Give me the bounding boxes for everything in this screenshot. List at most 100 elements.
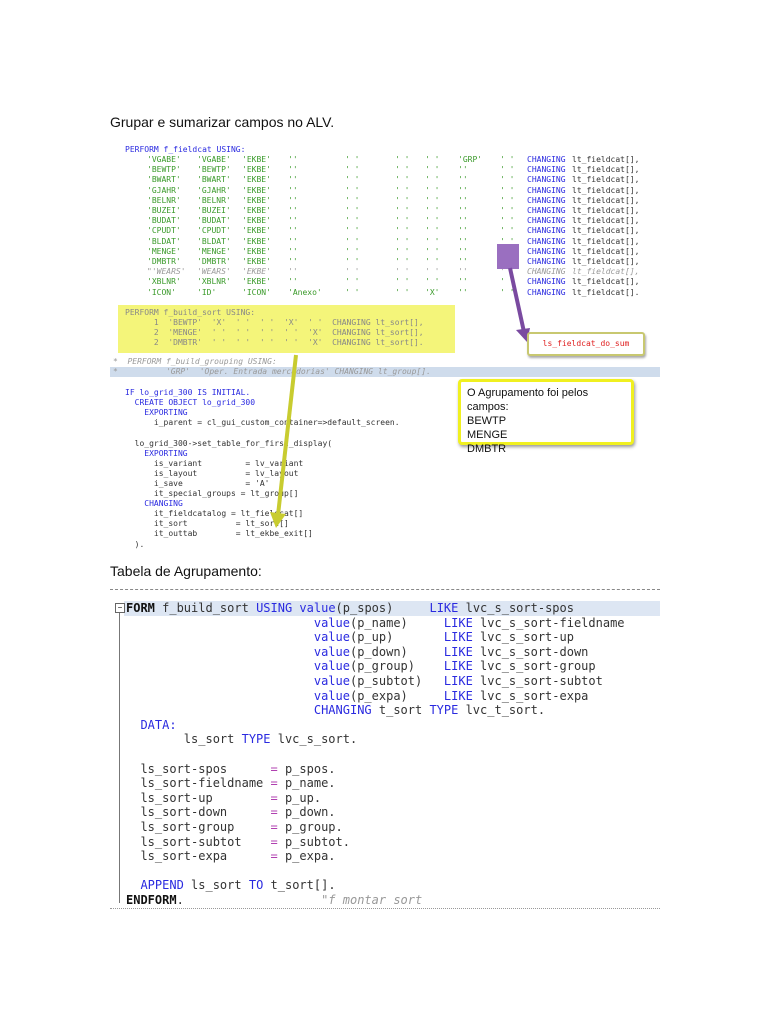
code-token: p_name. [277, 776, 336, 791]
code-line: value(p_expa) LIKE lvc_s_sort-expa [126, 688, 589, 704]
code-token: (p_expa) [349, 688, 444, 703]
code-line: CHANGING t_sort TYPE lvc_t_sort. [126, 703, 545, 718]
code-line: ls_sort-expa = p_expa. [126, 849, 336, 864]
code-line: ls_sort TYPE lvc_s_sort. [126, 732, 357, 747]
code-line: ls_sort-group = p_group. [126, 820, 343, 835]
yellow-arrow [270, 354, 298, 528]
section-heading-tabela: Tabela de Agrupamento: [110, 563, 262, 579]
code-token: f_build_sort [154, 601, 257, 615]
callout-field: BEWTP [467, 415, 507, 427]
callout-field: MENGE [467, 429, 508, 441]
code-token: ENDFORM [126, 893, 177, 907]
code-token: APPEND [140, 878, 184, 893]
code-token: p_subtot. [277, 834, 350, 849]
code-line: value(p_group) LIKE lvc_s_sort-group [126, 659, 596, 674]
code-token: LIKE [443, 615, 473, 630]
code-token: ls_sort-expa [126, 849, 271, 864]
code-token: (p_group) [349, 659, 444, 674]
purple-arrow [508, 267, 530, 342]
code-token: t_sort[]. [263, 878, 336, 893]
code-token: = [270, 834, 278, 849]
code-token: p_expa. [277, 849, 336, 864]
code-token: lvc_s_sort-spos [458, 601, 574, 615]
code-token: p_group. [277, 820, 343, 834]
document-page: Grupar e sumarizar campos no ALV. PERFOR… [0, 0, 768, 1024]
code-token: ls_sort-fieldname [126, 776, 271, 791]
code-token: p_down. [277, 805, 336, 820]
code-token: USING [256, 601, 293, 615]
collapse-toggle-icon[interactable]: − [115, 603, 125, 613]
code-line: value(p_subtot) LIKE lvc_s_sort-subtot [126, 674, 603, 689]
code-token: = [270, 790, 278, 805]
code-token: ls_sort [183, 878, 249, 893]
code-token: value [313, 688, 350, 703]
code-token: (p_subtot) [349, 674, 444, 688]
code-line: FORM f_build_sort USING value(p_spos) LI… [126, 601, 574, 616]
code-line: ls_sort-down = p_down. [126, 805, 336, 820]
code-token: lvc_s_sort. [270, 732, 358, 747]
form-code-block: − FORM f_build_sort USING value(p_spos) … [110, 585, 660, 910]
code-token: LIKE [443, 688, 473, 703]
code-token: value [299, 601, 336, 615]
code-token: DATA: [140, 717, 177, 732]
code-token: TYPE [241, 732, 271, 747]
code-token: = [270, 849, 278, 864]
code-token: lvc_s_sort-fieldname [472, 615, 625, 630]
code-token: ls_sort-spos [126, 761, 271, 776]
code-line: value(p_down) LIKE lvc_s_sort-down [126, 644, 589, 660]
code-token: ls_sort-down [126, 805, 271, 820]
bottom-border [110, 908, 660, 909]
code-token: (p_down) [349, 644, 444, 659]
code-token: ls_sort-up [126, 790, 271, 805]
callout-title: O Agrupamento foi pelos campos: [467, 387, 589, 413]
code-token: value [313, 644, 350, 659]
code-line: DATA: [126, 717, 177, 733]
code-token: (p_up) [349, 630, 444, 645]
code-token: TO [248, 878, 264, 893]
code-line: value(p_name) LIKE lvc_s_sort-fieldname [126, 616, 625, 631]
code-token: value [313, 615, 350, 630]
code-token: t_sort [371, 703, 430, 718]
code-token: FORM [126, 601, 155, 615]
code-token: lvc_s_sort-group [472, 659, 596, 674]
code-token: (p_name) [349, 615, 444, 630]
code-token: ls_sort-subtot [126, 834, 271, 849]
code-token: value [313, 674, 350, 688]
code-token: ls_sort [126, 732, 242, 747]
code-token: lvc_s_sort-expa [472, 688, 589, 703]
code-token: = [270, 805, 278, 820]
code-token: = [270, 776, 278, 791]
do-sum-label: ls_fieldcat_do_sum [527, 332, 645, 356]
code-line: ENDFORM. "f montar sort [126, 893, 422, 908]
code-token: . [176, 893, 322, 907]
fold-guide-line [119, 613, 120, 903]
code-token: lvc_s_sort-up [472, 630, 574, 645]
code-token: LIKE [443, 659, 473, 674]
code-token: value [313, 630, 350, 645]
code-token: p_spos. [277, 761, 336, 776]
code-token: LIKE [429, 601, 459, 615]
code-token: p_up. [277, 790, 322, 805]
code-line: ls_sort-fieldname = p_name. [126, 776, 336, 791]
code-token: TYPE [429, 703, 459, 718]
separator-line [110, 589, 660, 590]
code-token: lvc_s_sort-subtot [472, 674, 603, 688]
grouping-callout: O Agrupamento foi pelos campos: BEWTP ME… [458, 379, 634, 455]
code-token: = [270, 820, 278, 834]
code-token: (p_spos) [335, 601, 430, 615]
callout-field: DMBTR [467, 443, 507, 455]
code-line: ls_sort-up = p_up. [126, 791, 321, 806]
code-line: ls_sort-subtot = p_subtot. [126, 835, 350, 850]
code-token: = [270, 761, 278, 776]
code-token: value [313, 659, 350, 674]
code-line: value(p_up) LIKE lvc_s_sort-up [126, 630, 574, 645]
